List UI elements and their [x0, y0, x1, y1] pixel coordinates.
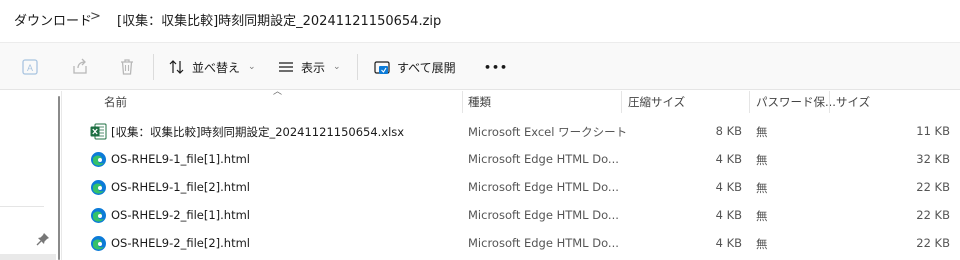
- edge-icon: [91, 152, 106, 167]
- file-compressed-size: 4 KB: [715, 208, 742, 222]
- column-header-password[interactable]: パスワード保...: [756, 94, 836, 110]
- svg-text:A: A: [27, 63, 33, 73]
- file-password: 無: [756, 153, 768, 167]
- extract-all-button[interactable]: すべて展開: [373, 56, 456, 78]
- file-size: 22 KB: [916, 208, 950, 222]
- file-password: 無: [756, 237, 768, 251]
- more-options-button[interactable]: •••: [484, 56, 508, 78]
- nav-bottom-item[interactable]: [0, 254, 56, 260]
- edge-icon: [91, 236, 106, 251]
- file-compressed-size: 4 KB: [715, 180, 742, 194]
- extract-all-icon: [374, 61, 390, 74]
- nav-scrollbar[interactable]: [58, 96, 60, 260]
- file-name: OS-RHEL9-1_file[1].html: [111, 152, 250, 166]
- breadcrumb-separator-icon[interactable]: >: [90, 9, 101, 24]
- toolbar-divider: [357, 54, 358, 80]
- toolbar-divider: [153, 54, 154, 80]
- file-size: 11 KB: [916, 124, 950, 138]
- file-type: Microsoft Excel ワークシート: [468, 125, 628, 139]
- nav-divider: [0, 206, 44, 207]
- column-header-type[interactable]: 種類: [468, 94, 491, 110]
- file-size: 22 KB: [916, 180, 950, 194]
- file-password: 無: [756, 209, 768, 223]
- file-row[interactable]: OS-RHEL9-2_file[1].html Microsoft Edge H…: [62, 202, 960, 230]
- file-password: 無: [756, 181, 768, 195]
- file-compressed-size: 4 KB: [715, 152, 742, 166]
- file-row[interactable]: [収集：収集比較]時刻同期設定_20241121150654.xlsx Micr…: [62, 118, 960, 146]
- file-row[interactable]: OS-RHEL9-2_file[2].html Microsoft Edge H…: [62, 230, 960, 258]
- view-button[interactable]: 表示 ⌄: [277, 56, 341, 78]
- sort-label: 並べ替え: [192, 60, 241, 75]
- column-header-size[interactable]: サイズ: [836, 94, 870, 110]
- more-icon: •••: [484, 60, 509, 74]
- file-name: OS-RHEL9-2_file[1].html: [111, 208, 250, 222]
- file-size: 22 KB: [916, 236, 950, 250]
- navigation-pane: [0, 91, 62, 260]
- compress-icon[interactable]: A: [20, 57, 40, 77]
- edge-icon: [91, 208, 106, 223]
- edge-icon: [91, 180, 106, 195]
- sort-icon: [169, 60, 184, 74]
- excel-icon: [90, 123, 107, 140]
- file-row[interactable]: OS-RHEL9-1_file[2].html Microsoft Edge H…: [62, 174, 960, 202]
- pin-icon[interactable]: [36, 232, 50, 246]
- column-separator[interactable]: [829, 91, 830, 113]
- breadcrumb-current-folder[interactable]: [収集：収集比較]時刻同期設定_20241121150654.zip: [117, 10, 441, 29]
- file-compressed-size: 4 KB: [715, 236, 742, 250]
- column-separator[interactable]: [621, 91, 622, 113]
- column-header-name[interactable]: 名前: [104, 94, 127, 110]
- column-separator[interactable]: [462, 91, 463, 113]
- file-row[interactable]: OS-RHEL9-1_file[1].html Microsoft Edge H…: [62, 146, 960, 174]
- file-size: 32 KB: [916, 152, 950, 166]
- file-compressed-size: 8 KB: [715, 124, 742, 138]
- file-type: Microsoft Edge HTML Do...: [468, 208, 619, 222]
- column-header-row: 名前 種類 圧縮サイズ パスワード保... サイズ: [62, 91, 960, 113]
- chevron-down-icon: ⌄: [333, 62, 341, 72]
- column-header-compressed-size[interactable]: 圧縮サイズ: [628, 94, 685, 110]
- sort-button[interactable]: 並べ替え ⌄: [168, 56, 256, 78]
- chevron-down-icon: ⌄: [248, 62, 256, 72]
- file-password: 無: [756, 125, 768, 139]
- file-name: OS-RHEL9-1_file[2].html: [111, 180, 250, 194]
- column-separator[interactable]: [749, 91, 750, 113]
- file-type: Microsoft Edge HTML Do...: [468, 180, 619, 194]
- file-type: Microsoft Edge HTML Do...: [468, 236, 619, 250]
- share-icon[interactable]: [70, 57, 90, 77]
- breadcrumb: ダウンロード > [収集：収集比較]時刻同期設定_20241121150654.…: [0, 0, 960, 40]
- file-name: OS-RHEL9-2_file[2].html: [111, 236, 250, 250]
- file-type: Microsoft Edge HTML Do...: [468, 152, 619, 166]
- command-bar: A 並べ替え ⌄ 表示 ⌄ すべて展開 •••: [0, 42, 960, 90]
- view-label: 表示: [301, 60, 326, 75]
- breadcrumb-downloads[interactable]: ダウンロード: [14, 10, 92, 29]
- delete-icon[interactable]: [117, 57, 137, 77]
- file-name: [収集：収集比較]時刻同期設定_20241121150654.xlsx: [111, 125, 405, 139]
- extract-all-label: すべて展開: [397, 60, 456, 75]
- view-icon: [279, 62, 293, 72]
